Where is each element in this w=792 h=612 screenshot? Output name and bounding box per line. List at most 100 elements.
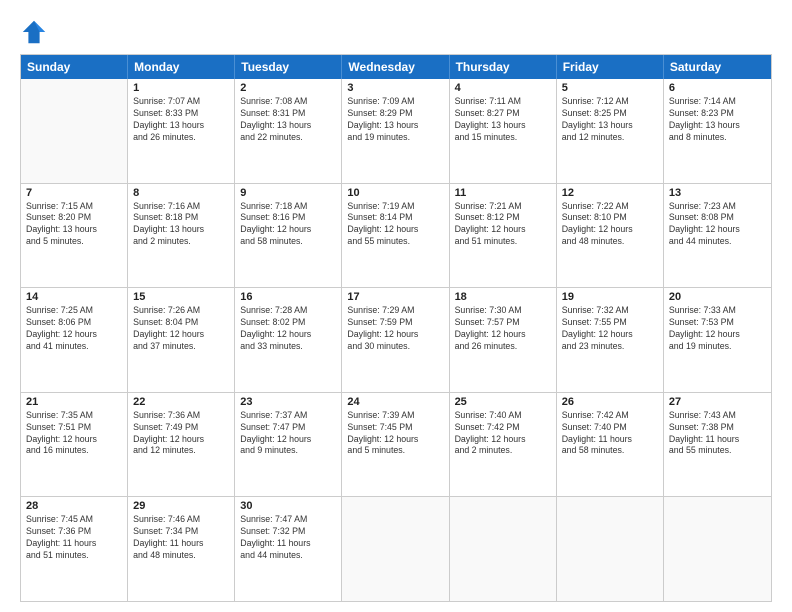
calendar-cell: 12 Sunrise: 7:22 AM Sunset: 8:10 PM Dayli…: [557, 184, 664, 288]
header: [20, 18, 772, 46]
day-info: Sunrise: 7:22 AM Sunset: 8:10 PM Dayligh…: [562, 201, 658, 249]
day-info: Sunrise: 7:45 AM Sunset: 7:36 PM Dayligh…: [26, 514, 122, 562]
day-info: Sunrise: 7:19 AM Sunset: 8:14 PM Dayligh…: [347, 201, 443, 249]
day-info: Sunrise: 7:39 AM Sunset: 7:45 PM Dayligh…: [347, 410, 443, 458]
day-info: Sunrise: 7:29 AM Sunset: 7:59 PM Dayligh…: [347, 305, 443, 353]
calendar-cell: [450, 497, 557, 601]
day-number: 16: [240, 291, 336, 303]
calendar-cell: 1 Sunrise: 7:07 AM Sunset: 8:33 PM Daylig…: [128, 79, 235, 183]
calendar-cell: 16 Sunrise: 7:28 AM Sunset: 8:02 PM Dayli…: [235, 288, 342, 392]
calendar-cell: 27 Sunrise: 7:43 AM Sunset: 7:38 PM Dayli…: [664, 393, 771, 497]
day-number: 1: [133, 82, 229, 94]
header-day-saturday: Saturday: [664, 55, 771, 79]
calendar-cell: 28 Sunrise: 7:45 AM Sunset: 7:36 PM Dayli…: [21, 497, 128, 601]
day-number: 21: [26, 396, 122, 408]
calendar-cell: 15 Sunrise: 7:26 AM Sunset: 8:04 PM Dayli…: [128, 288, 235, 392]
calendar-body: 1 Sunrise: 7:07 AM Sunset: 8:33 PM Daylig…: [21, 79, 771, 601]
calendar-cell: 5Sunrise: 7:12 AM Sunset: 8:25 PM Daylig…: [557, 79, 664, 183]
calendar-cell: 13 Sunrise: 7:23 AM Sunset: 8:08 PM Dayli…: [664, 184, 771, 288]
day-number: 9: [240, 187, 336, 199]
day-info: Sunrise: 7:26 AM Sunset: 8:04 PM Dayligh…: [133, 305, 229, 353]
calendar-cell: 29 Sunrise: 7:46 AM Sunset: 7:34 PM Dayli…: [128, 497, 235, 601]
calendar-week-4: 21Sunrise: 7:35 AM Sunset: 7:51 PM Dayli…: [21, 392, 771, 497]
header-day-monday: Monday: [128, 55, 235, 79]
day-number: 11: [455, 187, 551, 199]
day-number: 28: [26, 500, 122, 512]
day-number: 4: [455, 82, 551, 94]
day-number: 3: [347, 82, 443, 94]
day-number: 2: [240, 82, 336, 94]
day-number: 22: [133, 396, 229, 408]
header-day-thursday: Thursday: [450, 55, 557, 79]
day-number: 23: [240, 396, 336, 408]
calendar-cell: 21Sunrise: 7:35 AM Sunset: 7:51 PM Dayli…: [21, 393, 128, 497]
header-day-wednesday: Wednesday: [342, 55, 449, 79]
day-number: 26: [562, 396, 658, 408]
day-info: Sunrise: 7:40 AM Sunset: 7:42 PM Dayligh…: [455, 410, 551, 458]
day-info: Sunrise: 7:36 AM Sunset: 7:49 PM Dayligh…: [133, 410, 229, 458]
day-info: Sunrise: 7:42 AM Sunset: 7:40 PM Dayligh…: [562, 410, 658, 458]
day-number: 30: [240, 500, 336, 512]
day-info: Sunrise: 7:18 AM Sunset: 8:16 PM Dayligh…: [240, 201, 336, 249]
calendar-cell: 7Sunrise: 7:15 AM Sunset: 8:20 PM Daylig…: [21, 184, 128, 288]
calendar-cell: 10 Sunrise: 7:19 AM Sunset: 8:14 PM Dayli…: [342, 184, 449, 288]
day-info: Sunrise: 7:32 AM Sunset: 7:55 PM Dayligh…: [562, 305, 658, 353]
day-number: 27: [669, 396, 766, 408]
header-day-sunday: Sunday: [21, 55, 128, 79]
header-day-tuesday: Tuesday: [235, 55, 342, 79]
day-number: 20: [669, 291, 766, 303]
calendar-cell: 6 Sunrise: 7:14 AM Sunset: 8:23 PM Daylig…: [664, 79, 771, 183]
calendar-cell: 30 Sunrise: 7:47 AM Sunset: 7:32 PM Dayli…: [235, 497, 342, 601]
day-number: 15: [133, 291, 229, 303]
calendar-cell: 23 Sunrise: 7:37 AM Sunset: 7:47 PM Dayli…: [235, 393, 342, 497]
calendar-cell: 20Sunrise: 7:33 AM Sunset: 7:53 PM Dayli…: [664, 288, 771, 392]
day-info: Sunrise: 7:28 AM Sunset: 8:02 PM Dayligh…: [240, 305, 336, 353]
day-info: Sunrise: 7:12 AM Sunset: 8:25 PM Dayligh…: [562, 96, 658, 144]
calendar-cell: [342, 497, 449, 601]
day-info: Sunrise: 7:30 AM Sunset: 7:57 PM Dayligh…: [455, 305, 551, 353]
calendar-week-5: 28 Sunrise: 7:45 AM Sunset: 7:36 PM Dayli…: [21, 496, 771, 601]
calendar-cell: 22 Sunrise: 7:36 AM Sunset: 7:49 PM Dayli…: [128, 393, 235, 497]
calendar-cell: 26 Sunrise: 7:42 AM Sunset: 7:40 PM Dayli…: [557, 393, 664, 497]
calendar-cell: 19Sunrise: 7:32 AM Sunset: 7:55 PM Dayli…: [557, 288, 664, 392]
calendar-cell: 3 Sunrise: 7:09 AM Sunset: 8:29 PM Daylig…: [342, 79, 449, 183]
day-info: Sunrise: 7:37 AM Sunset: 7:47 PM Dayligh…: [240, 410, 336, 458]
calendar-header: SundayMondayTuesdayWednesdayThursdayFrid…: [21, 55, 771, 79]
day-info: Sunrise: 7:46 AM Sunset: 7:34 PM Dayligh…: [133, 514, 229, 562]
calendar-week-1: 1 Sunrise: 7:07 AM Sunset: 8:33 PM Daylig…: [21, 79, 771, 183]
day-number: 10: [347, 187, 443, 199]
day-number: 13: [669, 187, 766, 199]
calendar-week-3: 14Sunrise: 7:25 AM Sunset: 8:06 PM Dayli…: [21, 287, 771, 392]
calendar-cell: [557, 497, 664, 601]
calendar-cell: 24 Sunrise: 7:39 AM Sunset: 7:45 PM Dayli…: [342, 393, 449, 497]
calendar-cell: 2 Sunrise: 7:08 AM Sunset: 8:31 PM Daylig…: [235, 79, 342, 183]
day-number: 25: [455, 396, 551, 408]
day-number: 17: [347, 291, 443, 303]
day-number: 12: [562, 187, 658, 199]
day-number: 24: [347, 396, 443, 408]
day-number: 7: [26, 187, 122, 199]
day-number: 6: [669, 82, 766, 94]
day-info: Sunrise: 7:21 AM Sunset: 8:12 PM Dayligh…: [455, 201, 551, 249]
calendar-cell: 9 Sunrise: 7:18 AM Sunset: 8:16 PM Daylig…: [235, 184, 342, 288]
calendar-cell: 8 Sunrise: 7:16 AM Sunset: 8:18 PM Daylig…: [128, 184, 235, 288]
calendar-cell: 25 Sunrise: 7:40 AM Sunset: 7:42 PM Dayli…: [450, 393, 557, 497]
day-info: Sunrise: 7:43 AM Sunset: 7:38 PM Dayligh…: [669, 410, 766, 458]
logo-icon: [20, 18, 48, 46]
header-day-friday: Friday: [557, 55, 664, 79]
day-number: 29: [133, 500, 229, 512]
day-number: 8: [133, 187, 229, 199]
calendar: SundayMondayTuesdayWednesdayThursdayFrid…: [20, 54, 772, 602]
day-info: Sunrise: 7:11 AM Sunset: 8:27 PM Dayligh…: [455, 96, 551, 144]
day-info: Sunrise: 7:14 AM Sunset: 8:23 PM Dayligh…: [669, 96, 766, 144]
calendar-cell: [21, 79, 128, 183]
day-info: Sunrise: 7:08 AM Sunset: 8:31 PM Dayligh…: [240, 96, 336, 144]
day-info: Sunrise: 7:47 AM Sunset: 7:32 PM Dayligh…: [240, 514, 336, 562]
day-number: 14: [26, 291, 122, 303]
calendar-cell: 18Sunrise: 7:30 AM Sunset: 7:57 PM Dayli…: [450, 288, 557, 392]
day-info: Sunrise: 7:23 AM Sunset: 8:08 PM Dayligh…: [669, 201, 766, 249]
day-info: Sunrise: 7:07 AM Sunset: 8:33 PM Dayligh…: [133, 96, 229, 144]
day-info: Sunrise: 7:09 AM Sunset: 8:29 PM Dayligh…: [347, 96, 443, 144]
calendar-cell: 11 Sunrise: 7:21 AM Sunset: 8:12 PM Dayli…: [450, 184, 557, 288]
day-info: Sunrise: 7:16 AM Sunset: 8:18 PM Dayligh…: [133, 201, 229, 249]
